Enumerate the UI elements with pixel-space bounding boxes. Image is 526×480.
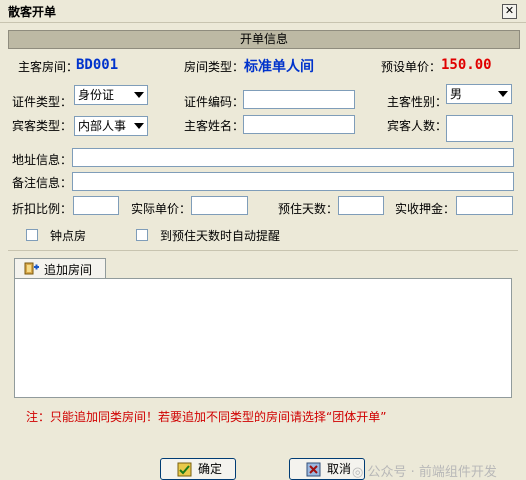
ok-button-label: 确定 — [198, 462, 223, 476]
chevron-down-icon — [134, 92, 144, 98]
id-number-input[interactable] — [243, 90, 355, 109]
id-type-value: 身份证 — [78, 88, 115, 102]
host-name-input[interactable] — [243, 115, 355, 134]
host-room-value: BD001 — [76, 57, 119, 73]
hourly-room-checkbox[interactable] — [26, 229, 38, 241]
add-room-icon — [24, 262, 39, 275]
actual-price-input[interactable] — [191, 196, 248, 215]
host-gender-value: 男 — [450, 87, 463, 101]
id-type-select[interactable]: 身份证 — [74, 85, 148, 105]
id-number-label: 证件编码： — [184, 95, 245, 109]
room-type-value: 标准单人间 — [244, 59, 314, 75]
host-room-label: 主客房间： — [18, 60, 79, 74]
cancel-button-label: 取消 — [327, 462, 352, 476]
host-name-label: 主客姓名： — [184, 119, 245, 133]
chevron-down-icon — [498, 91, 508, 97]
watermark: ◎ 公众号 · 前端组件开发 — [352, 465, 497, 480]
id-type-label: 证件类型： — [12, 95, 73, 109]
chevron-down-icon — [134, 123, 144, 129]
host-gender-select[interactable]: 男 — [446, 84, 512, 104]
address-input[interactable] — [72, 148, 514, 167]
address-label: 地址信息： — [12, 153, 73, 167]
preset-price-label: 预设单价： — [381, 60, 442, 74]
host-gender-label: 主客性别： — [387, 95, 448, 109]
window-title: 散客开单 — [8, 5, 57, 19]
ok-icon — [177, 462, 192, 477]
guest-type-value: 内部人事 — [78, 119, 127, 133]
guest-type-label: 宾客类型： — [12, 119, 73, 133]
remark-input[interactable] — [72, 172, 514, 191]
note-text: 注：只能追加同类房间！若要追加不同类型的房间请选择“团体开单” — [26, 410, 387, 424]
section-header: 开单信息 — [8, 30, 520, 49]
hourly-room-label: 钟点房 — [50, 229, 87, 243]
room-type-label: 房间类型： — [184, 60, 245, 74]
days-input[interactable] — [338, 196, 384, 215]
tab-add-room-label: 追加房间 — [44, 263, 93, 277]
added-rooms-panel — [14, 278, 512, 398]
discount-label: 折扣比例： — [12, 202, 73, 216]
close-icon: ✕ — [504, 4, 515, 17]
tab-add-room[interactable]: 追加房间 — [14, 258, 106, 278]
ok-button[interactable]: 确定 — [160, 458, 236, 480]
cancel-icon — [306, 462, 321, 477]
days-label: 预住天数： — [278, 202, 339, 216]
title-bar: 散客开单 ✕ — [0, 0, 526, 23]
divider — [8, 250, 518, 251]
auto-remind-label: 到预住天数时自动提醒 — [160, 229, 281, 243]
actual-price-label: 实际单价： — [131, 202, 192, 216]
discount-input[interactable] — [73, 196, 119, 215]
close-button[interactable]: ✕ — [502, 4, 517, 19]
remark-label: 备注信息： — [12, 176, 73, 190]
guest-type-select[interactable]: 内部人事 — [74, 116, 148, 136]
preset-price-value: 150.00 — [441, 57, 492, 73]
deposit-label: 实收押金： — [395, 202, 456, 216]
guest-count-input[interactable] — [446, 115, 513, 142]
guest-count-label: 宾客人数： — [387, 119, 448, 133]
deposit-input[interactable] — [456, 196, 513, 215]
auto-remind-checkbox[interactable] — [136, 229, 148, 241]
